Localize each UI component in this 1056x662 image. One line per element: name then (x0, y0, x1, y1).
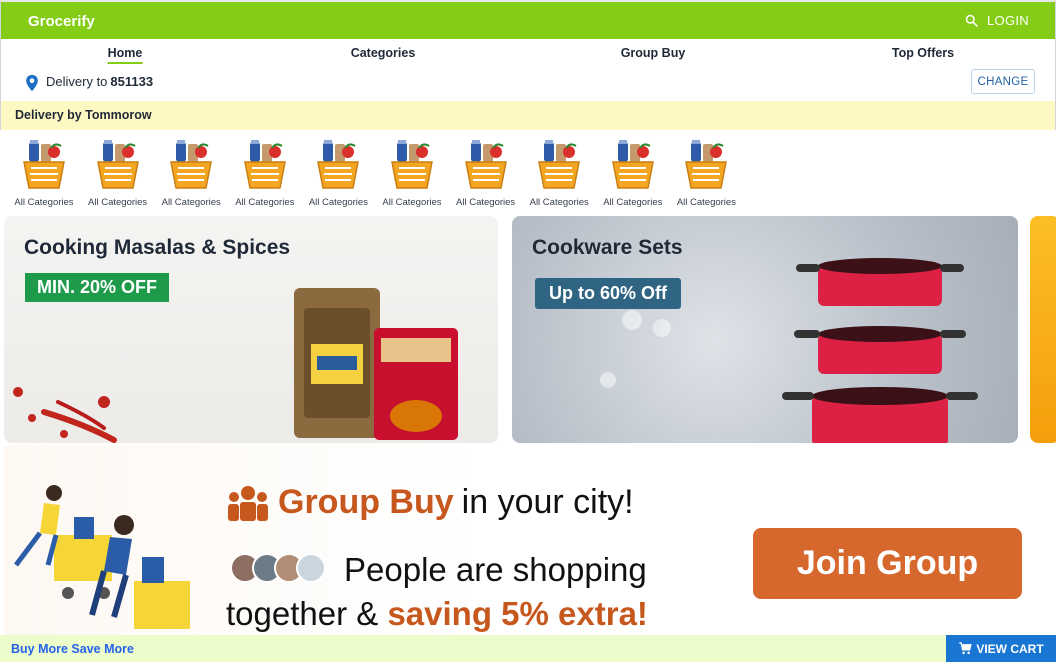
cookware-pots-image (600, 258, 978, 443)
app-header: Grocerify LOGIN (0, 0, 1056, 39)
category-tile[interactable]: All Categories (670, 138, 742, 208)
search-icon[interactable] (964, 13, 979, 28)
grocery-basket-icon (464, 140, 507, 189)
promo-banner-next[interactable] (1030, 216, 1056, 443)
login-label[interactable]: LOGIN (987, 13, 1029, 28)
group-buy-line2: together & saving 5% extra! (226, 595, 648, 633)
nav-categories[interactable]: Categories (351, 46, 416, 60)
nav-top-offers[interactable]: Top Offers (892, 46, 954, 60)
category-label: All Categories (456, 197, 516, 208)
cart-icon[interactable] (958, 641, 973, 656)
promo-banner-cookware[interactable]: Cookware Sets Up to 60% Off (512, 216, 1018, 443)
category-label: All Categories (88, 197, 148, 208)
spice-packets-image (13, 288, 458, 443)
group-buy-title-accent: Group Buy (278, 483, 454, 521)
grocery-basket-icon (538, 140, 581, 189)
grocery-basket-icon (23, 140, 65, 189)
grocery-basket-icon (170, 140, 213, 189)
category-label: All Categories (308, 197, 368, 208)
delivery-notice-banner: Delivery by Tommorow (0, 101, 1056, 130)
location-pin-icon (26, 74, 38, 92)
category-label: All Categories (14, 197, 74, 208)
delivery-pincode: 851133 (110, 74, 154, 89)
footer-bar: Buy More Save More VIEW CART (0, 635, 1056, 662)
category-tile[interactable]: All Categories (302, 138, 374, 208)
category-tile[interactable]: All Categories (597, 138, 669, 208)
category-tile[interactable]: All Categories (523, 138, 595, 208)
delivery-notice-text: Delivery by Tommorow (15, 108, 152, 122)
grocery-basket-icon (391, 140, 433, 189)
grocery-basket-icon (685, 140, 728, 189)
grocery-basket-icon (317, 140, 360, 189)
category-tile[interactable]: All Categories (8, 138, 80, 208)
delivery-location-bar: Delivery to 851133 CHANGE (0, 67, 1056, 101)
category-label: All Categories (676, 197, 736, 208)
delivery-label: Delivery to (46, 74, 108, 89)
view-cart-button[interactable]: VIEW CART (946, 635, 1056, 662)
grocery-basket-icon (611, 140, 654, 189)
category-label: All Categories (603, 197, 663, 208)
category-tile[interactable]: All Categories (450, 138, 522, 208)
nav-home[interactable]: Home (108, 46, 143, 64)
brand-logo[interactable]: Grocerify (28, 13, 95, 30)
group-buy-title: Group Buy in your city! (226, 483, 634, 522)
footer-promo-text: Buy More Save More (11, 642, 134, 656)
group-people-icon (228, 485, 268, 521)
login-button[interactable]: LOGIN (964, 13, 1029, 28)
grocery-basket-icon (243, 140, 286, 189)
view-cart-label[interactable]: VIEW CART (976, 642, 1043, 656)
category-tile[interactable]: All Categories (229, 138, 301, 208)
shopper-avatars (230, 553, 326, 583)
change-location-button[interactable]: CHANGE (971, 69, 1035, 94)
delivery-text: Delivery to 851133 (46, 74, 153, 89)
category-label: All Categories (529, 197, 589, 208)
main-nav: Home Categories Group Buy Top Offers (0, 39, 1056, 67)
category-label: All Categories (161, 197, 221, 208)
category-tile[interactable]: All Categories (376, 138, 448, 208)
category-tile[interactable]: All Categories (155, 138, 227, 208)
join-group-button[interactable]: Join Group (753, 528, 1022, 599)
category-label: All Categories (382, 197, 442, 208)
group-buy-line1: People are shopping (344, 551, 647, 588)
category-label: All Categories (235, 197, 295, 208)
shoppers-with-carts-image (14, 485, 190, 629)
nav-group-buy[interactable]: Group Buy (621, 46, 686, 60)
grocery-basket-icon (96, 140, 139, 189)
promo-banner-masalas[interactable]: Cooking Masalas & Spices MIN. 20% OFF (4, 216, 498, 443)
avatar (296, 553, 326, 583)
group-buy-line2-accent: saving 5% extra! (387, 595, 648, 632)
group-buy-banner[interactable]: Group Buy in your city! People are shopp… (0, 445, 1056, 635)
group-buy-title-rest: in your city! (461, 483, 634, 521)
category-tile[interactable]: All Categories (82, 138, 154, 208)
group-buy-line2-prefix: together & (226, 595, 379, 632)
category-strip: All Categories All Categories All Categori… (0, 138, 1056, 212)
